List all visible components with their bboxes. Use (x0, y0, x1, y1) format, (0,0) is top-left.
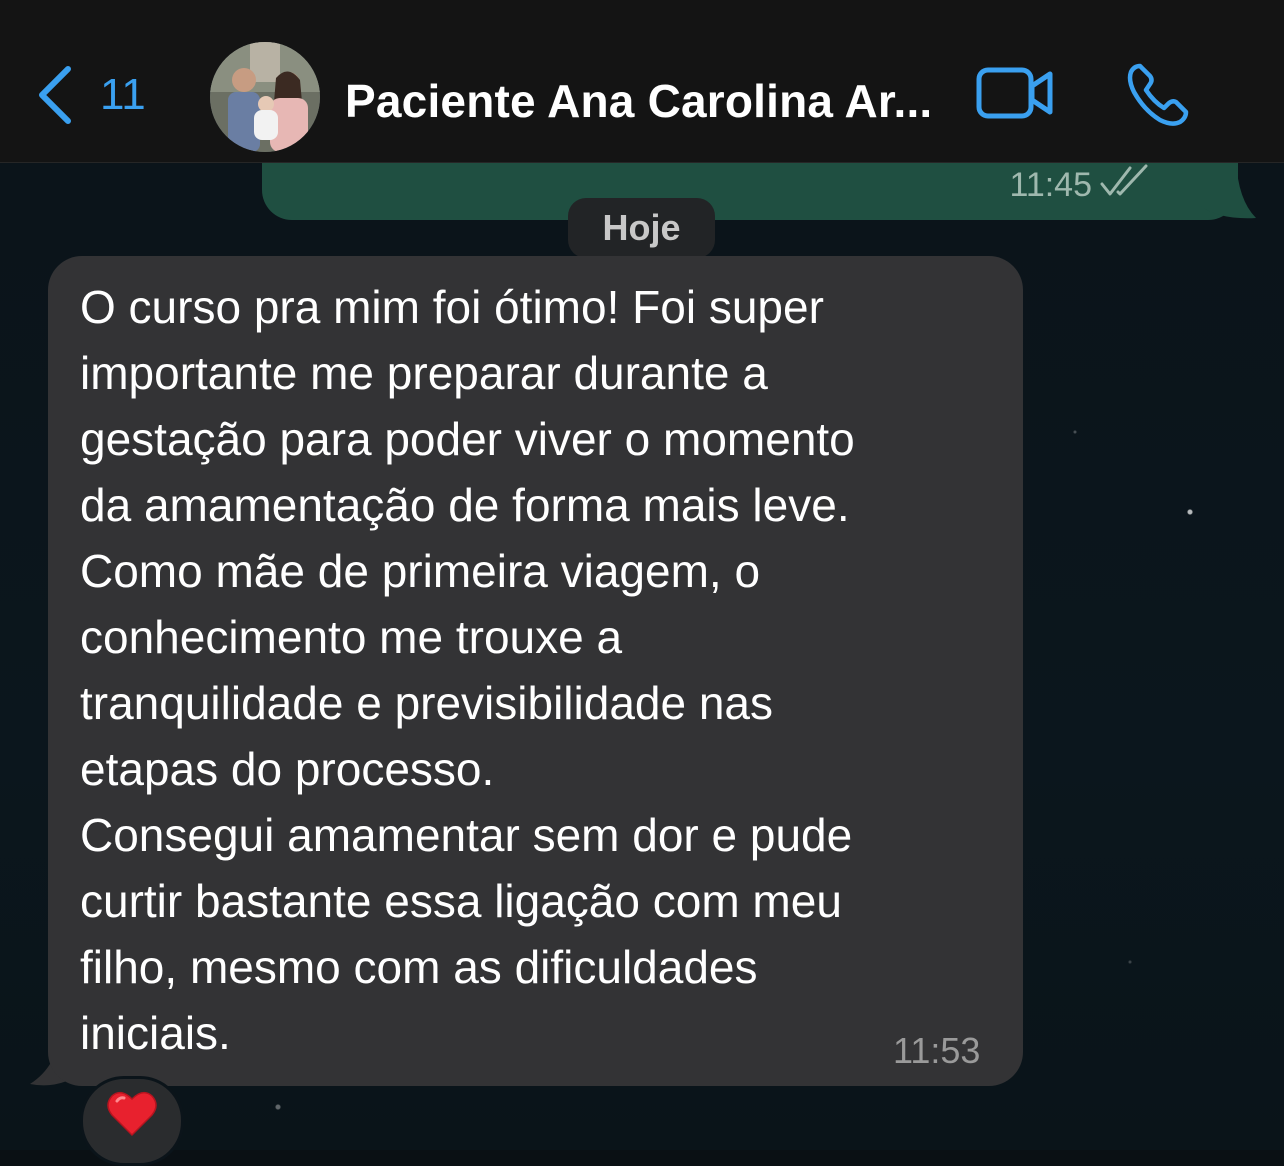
outgoing-message-meta: 11:45 (1009, 164, 1150, 207)
double-check-icon (1100, 164, 1150, 207)
back-button[interactable]: 11 (36, 62, 146, 128)
voice-call-button[interactable] (1126, 62, 1190, 126)
outgoing-message-time: 11:45 (1009, 166, 1092, 204)
date-separator: Hoje (568, 198, 715, 258)
video-camera-icon (976, 67, 1056, 126)
incoming-message-text: O curso pra mim foi ótimo! Foi super imp… (80, 281, 855, 1059)
video-call-button[interactable] (976, 66, 1056, 122)
message-reaction[interactable] (80, 1076, 184, 1166)
phone-icon (1126, 63, 1190, 130)
avatar[interactable] (210, 42, 320, 152)
chevron-left-icon (36, 65, 72, 125)
chat-header: 11 Paciente Ana Carolina Ar... (0, 0, 1284, 163)
incoming-message-time: 11:53 (893, 1030, 981, 1071)
outgoing-bubble-tail (1200, 160, 1256, 219)
contact-name[interactable]: Paciente Ana Carolina Ar... (345, 74, 932, 128)
heart-icon (106, 1089, 158, 1142)
unread-count: 11 (100, 70, 146, 119)
